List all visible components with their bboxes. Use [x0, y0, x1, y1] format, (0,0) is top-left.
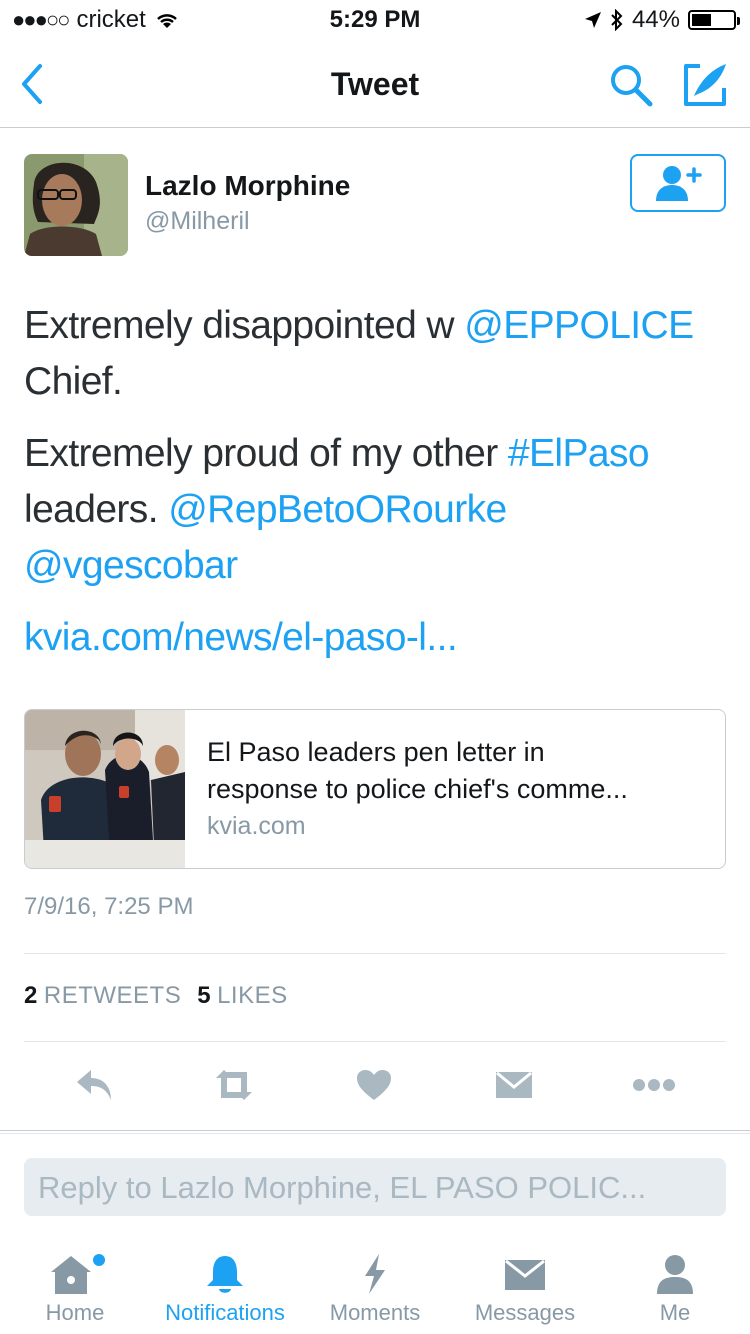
tab-me[interactable]: Me: [600, 1244, 750, 1334]
tab-label: Moments: [329, 1300, 421, 1325]
status-bar: ●●●○○ cricket 5:29 PM 44%: [0, 0, 750, 40]
tab-label: Messages: [474, 1300, 576, 1325]
retweet-icon: [216, 1070, 252, 1100]
link-card[interactable]: El Paso leaders pen letter in response t…: [24, 709, 726, 869]
compose-icon: [684, 64, 726, 106]
reply-icon: [77, 1070, 111, 1100]
follow-button[interactable]: [630, 154, 726, 212]
likes-stat[interactable]: 5 LIKES: [197, 982, 287, 1010]
tab-label: Home: [45, 1300, 105, 1325]
retweets-count: 2: [24, 982, 38, 1009]
search-icon: [611, 65, 653, 107]
tweet-text-segment: Chief.: [24, 360, 123, 403]
tweet-stats: 2 RETWEETS 5 LIKES: [24, 982, 288, 1010]
section-separator: [0, 1130, 750, 1134]
compose-button[interactable]: [680, 58, 732, 110]
card-domain: kvia.com: [207, 812, 306, 840]
divider: [24, 953, 726, 954]
avatar[interactable]: [24, 154, 128, 256]
tweet-text-segment: Extremely disappointed w: [24, 304, 465, 347]
add-user-icon: [656, 166, 702, 201]
direct-message-button[interactable]: [484, 1060, 544, 1110]
tweet-paragraph-2: Extremely proud of my other #ElPaso lead…: [24, 426, 724, 594]
tweet-timestamp: 7/9/16, 7:25 PM: [24, 893, 194, 920]
tweet-text-segment: leaders.: [24, 488, 169, 531]
tweet-text: Extremely disappointed w @EPPOLICE Chief…: [24, 298, 724, 682]
likes-label: LIKES: [217, 982, 288, 1009]
tab-label: Notifications: [165, 1300, 285, 1325]
tweet-actions: [0, 1050, 750, 1120]
location-arrow-icon: [584, 12, 601, 28]
avatar-image: [24, 154, 128, 256]
search-button[interactable]: [606, 60, 656, 110]
author-name[interactable]: Lazlo Morphine: [145, 170, 350, 202]
reply-input[interactable]: Reply to Lazlo Morphine, EL PASO POLIC..…: [24, 1158, 726, 1216]
author-handle[interactable]: @Milheril: [145, 207, 250, 236]
tab-moments[interactable]: Moments: [300, 1244, 450, 1334]
likes-count: 5: [197, 982, 212, 1009]
card-thumbnail: [25, 710, 185, 868]
retweets-label: RETWEETS: [43, 982, 182, 1009]
tab-notifications[interactable]: Notifications: [150, 1244, 300, 1334]
tweet-text-segment: Extremely proud of my other: [24, 432, 508, 475]
lightning-icon: [365, 1254, 385, 1294]
direct-message-icon: [496, 1071, 532, 1098]
retweets-stat[interactable]: 2 RETWEETS: [24, 982, 181, 1010]
hashtag-link[interactable]: #ElPaso: [508, 432, 650, 475]
tab-bar: Home Notifications Moments Messages Me: [0, 1244, 750, 1334]
tweet-paragraph-1: Extremely disappointed w @EPPOLICE Chief…: [24, 298, 724, 410]
mention-link[interactable]: @vgescobar: [24, 544, 238, 587]
bluetooth-icon: [611, 9, 623, 31]
tab-label: Me: [659, 1300, 691, 1325]
home-icon: [51, 1254, 105, 1294]
mention-link[interactable]: @RepBetoORourke: [168, 488, 507, 531]
bell-icon: [207, 1256, 243, 1293]
more-icon: [633, 1079, 675, 1091]
status-right: 44%: [584, 6, 740, 34]
battery-icon: [688, 10, 740, 30]
tweet-paragraph-3: kvia.com/news/el-paso-l...: [24, 610, 724, 666]
envelope-icon: [505, 1259, 545, 1290]
battery-percent: 44%: [631, 6, 680, 33]
retweet-button[interactable]: [204, 1060, 264, 1110]
battery-fill: [692, 14, 712, 26]
like-icon: [357, 1070, 391, 1100]
reply-button[interactable]: [65, 1060, 125, 1110]
url-link[interactable]: kvia.com/news/el-paso-l...: [24, 616, 458, 659]
nav-bar: Tweet: [0, 40, 750, 128]
tab-messages[interactable]: Messages: [450, 1244, 600, 1334]
card-title: El Paso leaders pen letter in response t…: [207, 737, 628, 804]
like-button[interactable]: [344, 1060, 404, 1110]
more-button[interactable]: [624, 1060, 684, 1110]
mention-link[interactable]: @EPPOLICE: [464, 304, 694, 347]
tab-home[interactable]: Home: [0, 1244, 150, 1334]
divider: [24, 1041, 726, 1042]
person-icon: [657, 1255, 693, 1294]
